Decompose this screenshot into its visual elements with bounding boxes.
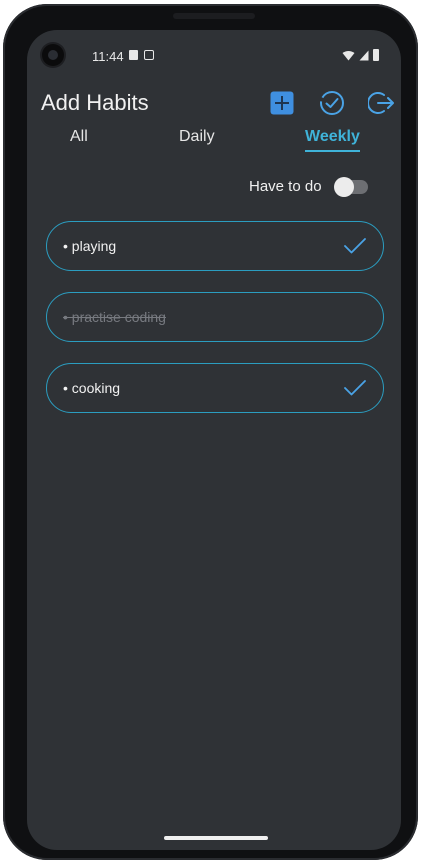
checkmark-icon[interactable] bbox=[343, 234, 367, 258]
check-circle-icon bbox=[320, 91, 344, 115]
logout-button[interactable] bbox=[367, 88, 397, 118]
wifi-icon bbox=[342, 50, 355, 60]
app-screen: 11:44 Add Habits All Daily Weekly Have t… bbox=[27, 30, 401, 850]
signal-icon bbox=[359, 50, 369, 60]
add-habit-button[interactable] bbox=[267, 88, 297, 118]
have-to-do-toggle[interactable] bbox=[333, 176, 368, 197]
device-notch bbox=[173, 13, 255, 19]
screenshot-icon bbox=[144, 50, 154, 60]
habit-label: • playing bbox=[63, 238, 117, 254]
home-indicator[interactable] bbox=[164, 836, 268, 840]
tab-daily[interactable]: Daily bbox=[179, 128, 215, 146]
habit-item[interactable]: • playing bbox=[46, 221, 384, 271]
battery-icon bbox=[373, 49, 379, 61]
phone-frame: 11:44 Add Habits All Daily Weekly Have t… bbox=[3, 4, 418, 860]
logout-icon bbox=[368, 92, 394, 114]
status-left-icons bbox=[129, 50, 154, 60]
plus-square-icon bbox=[270, 91, 294, 115]
habit-label: • practise coding bbox=[63, 309, 166, 325]
habit-tabs: All Daily Weekly bbox=[27, 128, 401, 158]
have-to-do-label: Have to do bbox=[249, 178, 322, 195]
status-time: 11:44 bbox=[92, 49, 124, 64]
completed-habits-button[interactable] bbox=[317, 88, 347, 118]
checkmark-icon[interactable] bbox=[343, 376, 367, 400]
page-title: Add Habits bbox=[41, 90, 149, 115]
tab-all[interactable]: All bbox=[70, 128, 88, 146]
toggle-knob bbox=[333, 176, 354, 197]
status-right-icons bbox=[342, 49, 379, 61]
front-camera-icon bbox=[42, 44, 64, 66]
have-to-do-filter: Have to do bbox=[249, 176, 368, 197]
habit-item[interactable]: • practise coding bbox=[46, 292, 384, 342]
habit-label: • cooking bbox=[63, 380, 121, 396]
habit-item[interactable]: • cooking bbox=[46, 363, 384, 413]
tab-weekly[interactable]: Weekly bbox=[305, 128, 360, 152]
sim-card-icon bbox=[129, 50, 138, 60]
